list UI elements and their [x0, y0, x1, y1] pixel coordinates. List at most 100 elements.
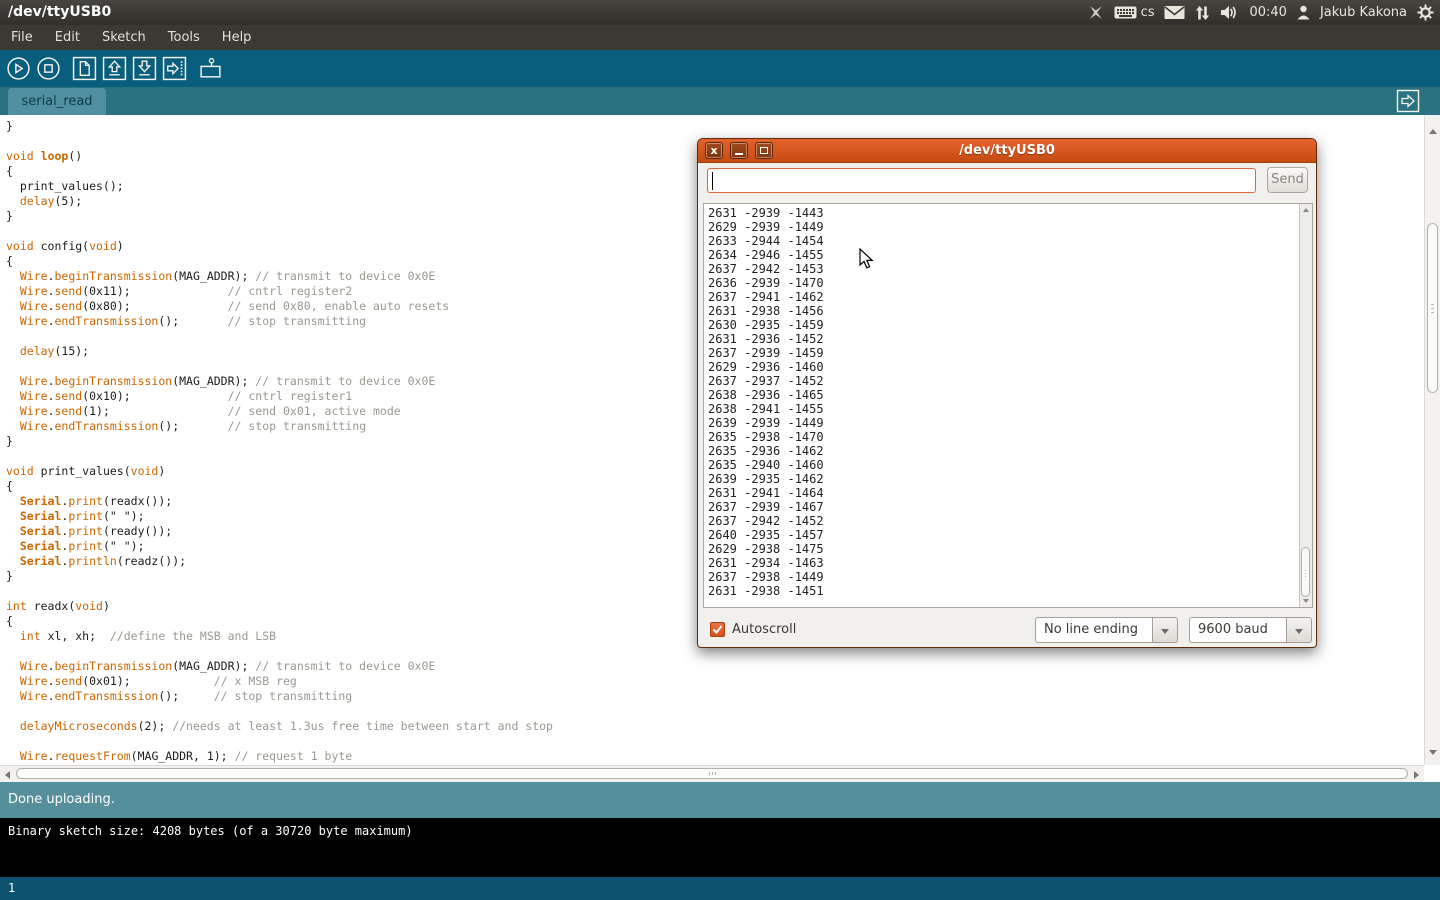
code-line: { — [6, 614, 553, 629]
maximize-button[interactable] — [755, 142, 773, 159]
serial-input-field[interactable] — [707, 168, 1256, 193]
minimize-icon — [735, 153, 743, 155]
keyboard-layout-label: cs — [1141, 5, 1155, 20]
editor-vertical-scrollbar[interactable] — [1424, 115, 1440, 765]
code-line: Wire.beginTransmission(MAG_ADDR); // tra… — [6, 269, 553, 284]
serial-line: 2635 -2938 -1470 — [708, 430, 824, 444]
open-button[interactable] — [101, 56, 127, 82]
editor-horizontal-scrollbar[interactable] — [0, 765, 1424, 782]
status-message: Done uploading. — [8, 782, 115, 818]
scroll-up-arrow-icon[interactable] — [1429, 129, 1437, 134]
menu-tools[interactable]: Tools — [157, 25, 211, 50]
line-ending-arrow-button[interactable] — [1153, 617, 1178, 643]
save-icon — [132, 56, 157, 81]
code-line — [6, 449, 553, 464]
tabbar: serial_read — [0, 87, 1440, 115]
serial-monitor-window: /dev/ttyUSB0 x Send 2631 -2939 -14432629… — [697, 138, 1317, 648]
open-icon — [102, 56, 127, 81]
menu-sketch[interactable]: Sketch — [91, 25, 157, 50]
code-line: { — [6, 254, 553, 269]
serial-monitor-icon — [198, 56, 223, 81]
baud-rate-value[interactable]: 9600 baud — [1189, 617, 1287, 643]
send-button[interactable]: Send — [1267, 167, 1308, 193]
menu-help[interactable]: Help — [211, 25, 263, 50]
serial-line: 2631 -2941 -1464 — [708, 486, 824, 500]
code-line: } — [6, 569, 553, 584]
code-line: } — [6, 209, 553, 224]
autoscroll-label[interactable]: Autoscroll — [732, 622, 796, 637]
verify-button[interactable] — [5, 56, 31, 82]
serial-scroll-thumb[interactable] — [1301, 547, 1310, 597]
serial-scroll-up-icon[interactable] — [1303, 208, 1309, 212]
serial-scrollbar[interactable] — [1299, 204, 1312, 607]
code-line: Wire.send(1); // send 0x01, active mode — [6, 404, 553, 419]
serial-line: 2630 -2935 -1459 — [708, 318, 824, 332]
serial-line: 2629 -2939 -1449 — [708, 220, 824, 234]
code-line: { — [6, 479, 553, 494]
indicator-applet-icon[interactable] — [1089, 5, 1104, 20]
code-line: Wire.send(0x01); // x MSB reg — [6, 674, 553, 689]
serial-line: 2637 -2939 -1459 — [708, 346, 824, 360]
scroll-down-arrow-icon[interactable] — [1429, 750, 1437, 755]
upload-button[interactable] — [161, 56, 187, 82]
scroll-left-arrow-icon[interactable] — [5, 771, 10, 779]
code-line: Serial.print(ready()); — [6, 524, 553, 539]
code-line: int readx(void) — [6, 599, 553, 614]
maximize-icon — [760, 147, 768, 154]
vertical-scroll-thumb[interactable] — [1427, 223, 1438, 393]
serial-scroll-down-icon[interactable] — [1303, 599, 1309, 603]
serial-line: 2631 -2938 -1451 — [708, 584, 824, 598]
code-line — [6, 329, 553, 344]
menu-file[interactable]: File — [0, 25, 44, 50]
scroll-right-arrow-icon[interactable] — [1414, 771, 1419, 779]
code-line: Wire.endTransmission(); // stop transmit… — [6, 314, 553, 329]
serial-monitor-titlebar[interactable]: /dev/ttyUSB0 x — [698, 139, 1316, 163]
new-sketch-button[interactable] — [71, 56, 97, 82]
window-title: /dev/ttyUSB0 — [8, 0, 111, 25]
tab-menu-button[interactable] — [1396, 89, 1420, 113]
code-line: Wire.beginTransmission(MAG_ADDR); // tra… — [6, 659, 553, 674]
baud-rate-arrow-button[interactable] — [1287, 617, 1312, 643]
serial-line: 2634 -2946 -1455 — [708, 248, 824, 262]
code-line: delayMicroseconds(2); //needs at least 1… — [6, 719, 553, 734]
minimize-button[interactable] — [730, 142, 748, 159]
status-bar: Done uploading. — [0, 782, 1440, 818]
mail-icon[interactable] — [1164, 5, 1185, 20]
serial-output-area[interactable]: 2631 -2939 -14432629 -2939 -14492633 -29… — [703, 203, 1313, 608]
autoscroll-checkbox[interactable] — [710, 622, 725, 637]
serial-monitor-button[interactable] — [197, 56, 223, 82]
session-gear-icon[interactable] — [1417, 4, 1434, 21]
volume-icon[interactable] — [1220, 5, 1239, 20]
code-line: Wire.send(0x10); // cntrl register1 — [6, 389, 553, 404]
tab-serial-read[interactable]: serial_read — [8, 88, 106, 115]
save-button[interactable] — [131, 56, 157, 82]
code-line: Serial.print(" "); — [6, 509, 553, 524]
network-sync-icon[interactable] — [1195, 5, 1210, 21]
user-name-label[interactable]: Jakub Kakona — [1320, 5, 1407, 20]
line-ending-value[interactable]: No line ending — [1035, 617, 1153, 643]
horizontal-scroll-thumb[interactable] — [16, 768, 1408, 779]
code-line: Serial.println(readz()); — [6, 554, 553, 569]
baud-rate-dropdown[interactable]: 9600 baud — [1189, 617, 1312, 643]
menu-edit[interactable]: Edit — [44, 25, 91, 50]
line-ending-dropdown[interactable]: No line ending — [1035, 617, 1178, 643]
serial-line: 2637 -2937 -1452 — [708, 374, 824, 388]
serial-line: 2637 -2942 -1452 — [708, 514, 824, 528]
code-line — [6, 704, 553, 719]
code-line: delay(5); — [6, 194, 553, 209]
code-line: int xl, xh; //define the MSB and LSB — [6, 629, 553, 644]
code-line: void loop() — [6, 149, 553, 164]
code-line: Wire.endTransmission(); // stop transmit… — [6, 689, 553, 704]
code-line — [6, 224, 553, 239]
clock-label[interactable]: 00:40 — [1249, 5, 1286, 20]
code-line — [6, 134, 553, 149]
tab-menu-icon — [1396, 89, 1420, 113]
code-line: } — [6, 434, 553, 449]
keyboard-layout-icon[interactable]: cs — [1114, 5, 1155, 20]
serial-line: 2639 -2939 -1449 — [708, 416, 824, 430]
code-line: delay(15); — [6, 344, 553, 359]
code-line: Wire.requestFrom(MAG_ADDR, 1); // reques… — [6, 749, 553, 764]
close-button[interactable]: x — [705, 142, 723, 159]
stop-button[interactable] — [35, 56, 61, 82]
code-line: print_values(); — [6, 179, 553, 194]
